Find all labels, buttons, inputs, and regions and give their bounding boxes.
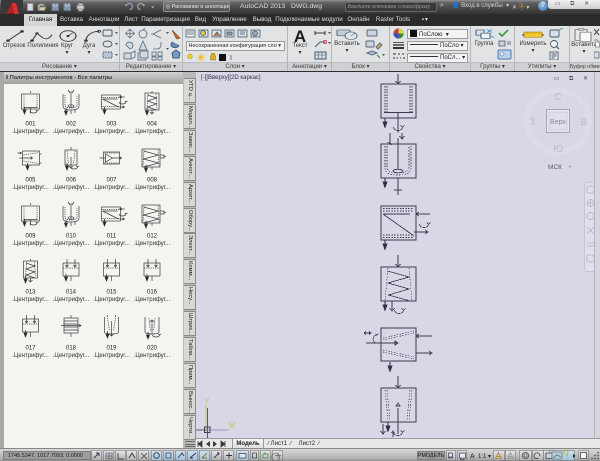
svg-text:.Центрифуг...: .Центрифуг... (134, 185, 171, 191)
svg-text:.Центрифуг...: .Центрифуг... (12, 353, 49, 359)
svg-text:016: 016 (147, 290, 158, 296)
svg-text:.Центрифуг...: .Центрифуг... (134, 353, 171, 359)
svg-text:015: 015 (106, 290, 117, 296)
svg-text:018: 018 (66, 346, 77, 352)
svg-text:017: 017 (25, 346, 36, 352)
svg-text:014: 014 (66, 290, 77, 296)
svg-text:012: 012 (147, 234, 158, 240)
svg-text:.Центрифуг...: .Центрифуг... (53, 353, 90, 359)
svg-text:.Центрифуг...: .Центрифуг... (134, 297, 171, 303)
svg-text:007: 007 (106, 178, 117, 184)
svg-text:.Центрифуг...: .Центрифуг... (93, 353, 130, 359)
svg-text:.Центрифуг...: .Центрифуг... (134, 129, 171, 135)
svg-text:.Центрифуг...: .Центрифуг... (12, 297, 49, 303)
svg-text:011: 011 (107, 234, 117, 240)
svg-text:.Центрифуг...: .Центрифуг... (12, 241, 49, 247)
svg-text:010: 010 (66, 234, 77, 240)
svg-text:А: А (470, 454, 475, 461)
svg-text:.Центрифуг...: .Центрифуг... (53, 297, 90, 303)
svg-text:.Центрифуг...: .Центрифуг... (93, 129, 130, 135)
svg-text:003: 003 (106, 122, 117, 128)
svg-text:009: 009 (25, 234, 36, 240)
svg-text:008: 008 (147, 178, 158, 184)
svg-text:020: 020 (147, 346, 158, 352)
svg-text:.Центрифуг...: .Центрифуг... (93, 297, 130, 303)
svg-text:Y: Y (204, 397, 210, 406)
svg-text:005: 005 (25, 178, 36, 184)
svg-text:.Центрифуг...: .Центрифуг... (53, 241, 90, 247)
svg-text:006: 006 (66, 178, 77, 184)
svg-text:019: 019 (106, 346, 117, 352)
svg-text:1:1 ▾: 1:1 ▾ (478, 454, 491, 460)
svg-text:.Центрифуг...: .Центрифуг... (53, 129, 90, 135)
svg-text:.Центрифуг...: .Центрифуг... (12, 185, 49, 191)
svg-text:004: 004 (147, 122, 158, 128)
svg-text:001: 001 (25, 122, 36, 128)
svg-text:013: 013 (25, 290, 36, 296)
svg-text:002: 002 (66, 122, 77, 128)
svg-text:.Центрифуг...: .Центрифуг... (12, 129, 49, 135)
svg-text:.Центрифуг...: .Центрифуг... (134, 241, 171, 247)
svg-text:.Центрифуг...: .Центрифуг... (93, 185, 130, 191)
svg-text:.Центрифуг...: .Центрифуг... (53, 185, 90, 191)
svg-text:.Центрифуг...: .Центрифуг... (93, 241, 130, 247)
